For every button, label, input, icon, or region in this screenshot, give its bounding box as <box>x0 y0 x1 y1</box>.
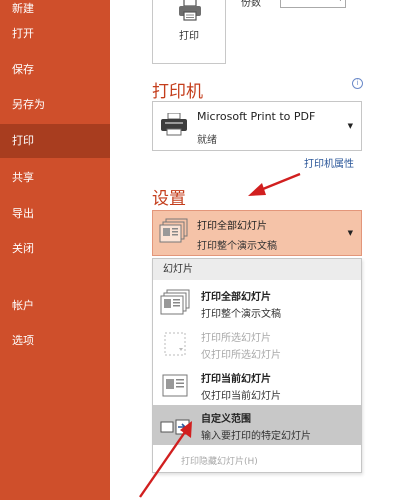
spinner-icon[interactable]: ▾ <box>338 0 342 3</box>
selected-slides-icon <box>159 330 191 364</box>
printer-properties-link[interactable]: 打印机属性 <box>304 155 354 170</box>
menu-item-title: 打印所选幻灯片 <box>201 333 271 344</box>
printer-status: 就绪 <box>197 135 217 146</box>
menu-item-title: 打印全部幻灯片 <box>201 292 271 303</box>
nav-item-close[interactable]: 关闭 <box>0 232 110 266</box>
selected-option-title: 打印全部幻灯片 <box>197 221 267 232</box>
menu-header: 幻灯片 <box>153 259 361 280</box>
menu-item-desc: 打印整个演示文稿 <box>201 309 281 320</box>
nav-item-save-as[interactable]: 另存为 <box>0 88 110 122</box>
all-slides-icon <box>159 218 189 252</box>
current-slide-icon <box>159 371 191 405</box>
nav-item-account[interactable]: 帐户 <box>0 289 110 323</box>
menu-item-print-all[interactable]: 打印全部幻灯片 打印整个演示文稿 <box>153 283 361 323</box>
slide-range-dropdown[interactable]: 打印全部幻灯片 打印整个演示文稿 ▼ <box>152 210 362 256</box>
printer-section-title: 打印机 <box>152 82 203 102</box>
printer-device-icon <box>160 112 188 141</box>
nav-item-open[interactable]: 打开 <box>0 17 110 51</box>
menu-item-desc: 仅打印当前幻灯片 <box>201 391 281 402</box>
copies-value: 1 <box>284 0 290 3</box>
printer-dropdown[interactable]: Microsoft Print to PDF 就绪 ▼ <box>152 101 362 151</box>
copies-label: 份数 <box>241 0 261 9</box>
info-icon[interactable]: i <box>352 78 363 89</box>
nav-item-options[interactable]: 选项 <box>0 324 110 358</box>
menu-item-print-selection: 打印所选幻灯片 仅打印所选幻灯片 <box>153 324 361 364</box>
custom-range-icon <box>159 411 191 445</box>
nav-item-export[interactable]: 导出 <box>0 197 110 231</box>
menu-item-desc: 仅打印所选幻灯片 <box>201 350 281 361</box>
menu-item-title: 自定义范围 <box>201 414 251 425</box>
printer-name: Microsoft Print to PDF <box>197 110 316 123</box>
nav-item-share[interactable]: 共享 <box>0 161 110 195</box>
backstage-nav: 新建 打开 保存 另存为 打印 共享 导出 关闭 帐户 选项 <box>0 0 110 500</box>
slide-range-menu: 幻灯片 打印全部幻灯片 打印整个演示文稿 打印所选幻灯片 仅打印所选幻灯片 打印… <box>152 258 362 473</box>
nav-item-save[interactable]: 保存 <box>0 53 110 87</box>
menu-item-print-current[interactable]: 打印当前幻灯片 仅打印当前幻灯片 <box>153 365 361 405</box>
nav-item-print[interactable]: 打印 <box>0 124 110 158</box>
all-slides-icon <box>159 289 191 323</box>
menu-item-desc: 输入要打印的特定幻灯片 <box>201 431 311 442</box>
chevron-down-icon: ▼ <box>347 229 353 237</box>
chevron-down-icon: ▼ <box>347 122 353 130</box>
print-button-label: 打印 <box>179 31 199 42</box>
menu-item-custom-range[interactable]: 自定义范围 输入要打印的特定幻灯片 <box>153 405 361 445</box>
printer-icon <box>177 0 203 27</box>
print-button[interactable]: 打印 <box>152 0 226 64</box>
settings-section-title: 设置 <box>152 189 186 209</box>
print-hidden-slides-option: 打印隐藏幻灯片(H) <box>181 457 258 467</box>
menu-item-title: 打印当前幻灯片 <box>201 374 271 385</box>
selected-option-desc: 打印整个演示文稿 <box>197 241 277 252</box>
copies-input[interactable]: 1 ▾ <box>280 0 346 8</box>
